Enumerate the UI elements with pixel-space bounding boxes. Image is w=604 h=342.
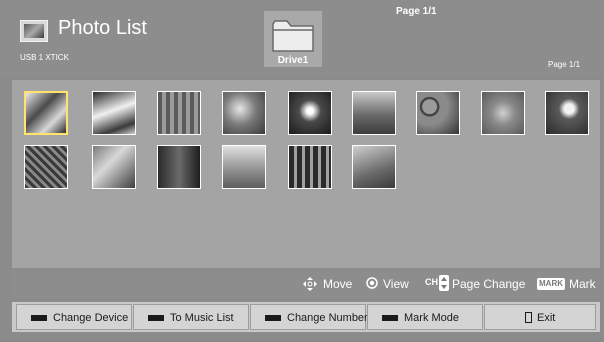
photo-thumbnail[interactable] (92, 145, 136, 189)
hint-page-change: Page Change (452, 277, 526, 291)
drive-folder[interactable]: Drive1 (264, 11, 322, 67)
photo-thumbnail[interactable] (157, 91, 201, 135)
button-bar: Change Device To Music List Change Numbe… (12, 302, 600, 332)
hint-move: Move (323, 277, 353, 291)
hint-view: View (383, 277, 409, 291)
photo-thumbnail[interactable] (222, 91, 266, 135)
hint-mark: Mark (569, 277, 596, 291)
photo-thumbnail[interactable] (92, 91, 136, 135)
to-music-list-label: To Music List (170, 312, 234, 324)
red-key-icon (31, 315, 47, 321)
exit-label: Exit (537, 312, 556, 324)
change-numbers-button[interactable]: Change Numbers (250, 304, 373, 330)
photo-thumbnail[interactable] (24, 91, 68, 135)
change-device-label: Change Device (53, 312, 129, 324)
photo-thumbnail[interactable] (288, 145, 332, 189)
exit-button[interactable]: Exit (484, 304, 596, 330)
mark-badge: MARK (537, 278, 565, 290)
blue-key-icon (382, 315, 398, 321)
device-label: USB 1 XTICK (20, 53, 69, 62)
channel-arrows-icon (439, 275, 449, 291)
photo-list-screen: Photo List USB 1 XTICK Page 1/1 Page 1/1… (0, 0, 604, 342)
page-indicator-right: Page 1/1 (548, 60, 581, 69)
to-music-list-button[interactable]: To Music List (133, 304, 249, 330)
exit-icon (525, 312, 532, 323)
photo-app-icon (20, 20, 48, 42)
change-numbers-label: Change Numbers (287, 312, 374, 324)
header: Photo List USB 1 XTICK Page 1/1 Page 1/1… (0, 0, 604, 76)
photo-thumbnail[interactable] (24, 145, 68, 189)
folder-icon (272, 20, 314, 52)
move-arrows-icon (303, 277, 317, 291)
photo-thumbnail[interactable] (157, 145, 201, 189)
photo-thumbnail[interactable] (352, 91, 396, 135)
photo-thumbnail[interactable] (222, 145, 266, 189)
yellow-key-icon (265, 315, 281, 321)
green-key-icon (148, 315, 164, 321)
page-indicator-top: Page 1/1 (396, 6, 437, 17)
ok-button-icon (366, 277, 378, 289)
ch-badge: CH (425, 277, 438, 287)
mark-mode-label: Mark Mode (404, 312, 460, 324)
mark-mode-button[interactable]: Mark Mode (367, 304, 483, 330)
drive-label: Drive1 (277, 55, 309, 66)
photo-thumbnail[interactable] (481, 91, 525, 135)
photo-thumbnail[interactable] (352, 145, 396, 189)
page-title: Photo List (58, 17, 147, 39)
change-device-button[interactable]: Change Device (16, 304, 132, 330)
thumbnail-grid (12, 80, 600, 268)
photo-thumbnail[interactable] (416, 91, 460, 135)
photo-thumbnail[interactable] (288, 91, 332, 135)
control-hints: Move View CH Page Change MARK Mark (12, 270, 600, 298)
photo-thumbnail[interactable] (545, 91, 589, 135)
